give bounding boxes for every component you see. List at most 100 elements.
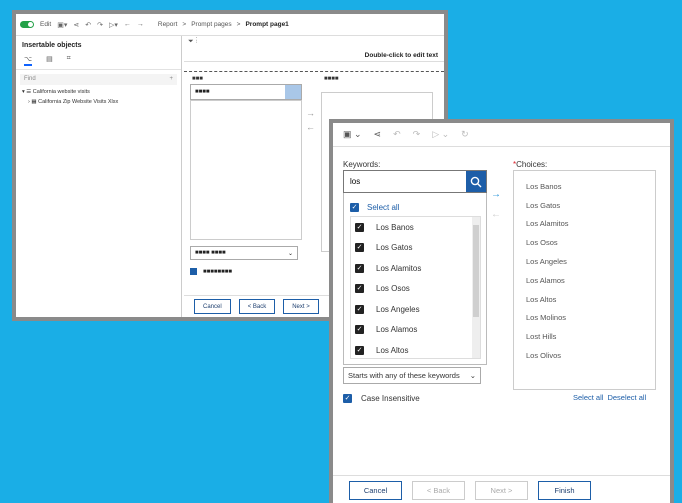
- chevron-down-icon: ⌄: [469, 371, 476, 380]
- save-icon[interactable]: ▣ ⌄: [343, 129, 362, 140]
- scroll-thumb[interactable]: [473, 225, 479, 317]
- match-mode-select[interactable]: Starts with any of these keywords ⌄: [343, 367, 481, 384]
- tree-item-root[interactable]: ▾ ☰ California website visits: [16, 87, 181, 97]
- choices-list[interactable]: Los Banos Los Gatos Los Alamitos Los Oso…: [513, 170, 656, 390]
- select-all-row[interactable]: ✓ Select all: [344, 193, 486, 215]
- panel-tabs: ⌥ ▤ ⌗: [16, 53, 181, 70]
- data-items-tab-icon[interactable]: ⌗: [67, 55, 71, 66]
- toolbox-tab-icon[interactable]: ▤: [46, 55, 53, 66]
- select-all-link[interactable]: Select all: [573, 393, 603, 402]
- cancel-button[interactable]: Cancel: [349, 481, 402, 500]
- forward-arrow-icon[interactable]: →: [137, 21, 144, 28]
- list-item[interactable]: ✓ Los Alamos: [351, 320, 480, 341]
- edit-label: Edit: [40, 21, 52, 28]
- search-icon: [470, 176, 482, 187]
- list-item[interactable]: ✓ Los Angeles: [351, 299, 480, 320]
- back-arrow-icon[interactable]: ←: [124, 21, 131, 28]
- back-move-arrows: → ←: [306, 106, 315, 134]
- choice-item[interactable]: Los Angeles: [514, 252, 655, 271]
- list-scrollbar[interactable]: [472, 217, 480, 358]
- breadcrumb-prompt-page1[interactable]: Prompt page1: [245, 21, 288, 28]
- choice-item[interactable]: Los Molinos: [514, 309, 655, 328]
- breadcrumb-report[interactable]: Report: [158, 21, 178, 28]
- search-button[interactable]: [466, 171, 486, 192]
- dashed-divider: [184, 71, 444, 72]
- redo-icon[interactable]: ↷: [413, 129, 421, 140]
- find-input[interactable]: Find +: [20, 74, 177, 85]
- move-arrows: → ←: [491, 185, 501, 225]
- list-item[interactable]: ✓ Los Gatos: [351, 238, 480, 259]
- list-item[interactable]: ✓ Los Altos: [351, 340, 480, 358]
- list-item[interactable]: ✓ Los Banos: [351, 217, 480, 238]
- filter-icon[interactable]: ⏷: [188, 38, 194, 45]
- share-icon[interactable]: ⋖: [73, 21, 79, 29]
- back-search-button[interactable]: [285, 85, 301, 99]
- finish-button[interactable]: Finish: [538, 481, 591, 500]
- case-insensitive-checkbox[interactable]: ✓: [343, 394, 352, 403]
- case-insensitive-option[interactable]: ✓ Case Insensitive: [343, 394, 420, 403]
- add-arrow-icon[interactable]: →: [306, 106, 315, 120]
- option-checkbox[interactable]: ✓: [355, 345, 364, 355]
- option-checkbox[interactable]: ✓: [355, 243, 364, 253]
- option-checkbox[interactable]: ✓: [355, 325, 364, 335]
- refresh-icon[interactable]: ↻: [461, 129, 469, 140]
- back-button[interactable]: < Back: [412, 481, 465, 500]
- choice-item[interactable]: Los Altos: [514, 290, 655, 309]
- choice-item[interactable]: Los Alamos: [514, 271, 655, 290]
- choice-item[interactable]: Los Olivos: [514, 346, 655, 365]
- back-match-select[interactable]: ■■■■ ■■■■ ⌄: [190, 246, 298, 260]
- checkbox-icon[interactable]: [190, 268, 197, 275]
- keyword-results: ✓ Select all ✓ Los Banos ✓ Los Gatos ✓ Los …: [343, 193, 487, 365]
- choice-item[interactable]: Lost Hills: [514, 327, 655, 346]
- deselect-all-link[interactable]: Deselect all: [607, 393, 646, 402]
- save-icon[interactable]: ▣▾: [57, 21, 67, 29]
- next-button[interactable]: Next >: [475, 481, 528, 500]
- option-checkbox[interactable]: ✓: [355, 263, 364, 273]
- back-search-value: ■■■■: [195, 89, 210, 95]
- insertable-objects-panel: Insertable objects ⌥ ▤ ⌗ Find + ▾ ☰ Cali…: [16, 36, 182, 317]
- case-insensitive-label: Case Insensitive: [361, 394, 420, 403]
- breadcrumb: Report > Prompt pages > Prompt page1: [157, 21, 289, 28]
- back-checkbox[interactable]: ■■■■■■■■: [190, 268, 232, 275]
- breadcrumb-prompt-pages[interactable]: Prompt pages: [191, 21, 231, 28]
- add-arrow-icon[interactable]: →: [491, 185, 501, 205]
- run-icon[interactable]: ▷▾: [109, 21, 118, 29]
- edit-hint: Double-click to edit text: [184, 50, 444, 62]
- edit-toggle[interactable]: [20, 21, 34, 28]
- back-back-button[interactable]: < Back: [238, 299, 276, 314]
- back-toolbar: Edit ▣▾ ⋖ ↶ ↷ ▷▾ ← → Report > Prompt pag…: [16, 14, 444, 36]
- source-tab-icon[interactable]: ⌥: [24, 55, 33, 66]
- back-next-button[interactable]: Next >: [283, 299, 319, 314]
- back-cancel-button[interactable]: Cancel: [194, 299, 231, 314]
- select-all-checkbox[interactable]: ✓: [350, 202, 359, 212]
- list-item[interactable]: ✓ Los Alamitos: [351, 258, 480, 279]
- choice-item[interactable]: Los Alamitos: [514, 215, 655, 234]
- keywords-label: Keywords:: [343, 160, 381, 169]
- keyword-input[interactable]: [344, 171, 466, 192]
- redo-icon[interactable]: ↷: [97, 21, 103, 29]
- run-icon[interactable]: ▷ ⌄: [432, 129, 449, 140]
- canvas-toolbar: ⏷ ⋮: [188, 38, 198, 45]
- remove-arrow-icon[interactable]: ←: [491, 205, 501, 225]
- undo-icon[interactable]: ↶: [393, 129, 401, 140]
- remove-arrow-icon[interactable]: ←: [306, 120, 315, 134]
- tree-item-child[interactable]: › ▦ California Zip Website Visits Xlsx: [16, 97, 181, 107]
- front-footer: Cancel < Back Next > Finish: [333, 475, 670, 503]
- back-options-list[interactable]: [190, 100, 302, 240]
- option-checkbox[interactable]: ✓: [355, 304, 364, 314]
- options-list[interactable]: ✓ Los Banos ✓ Los Gatos ✓ Los Alamitos ✓ Los…: [350, 216, 481, 359]
- option-checkbox[interactable]: ✓: [355, 284, 364, 294]
- choice-item[interactable]: Los Osos: [514, 233, 655, 252]
- option-checkbox[interactable]: ✓: [355, 222, 364, 232]
- back-search-input[interactable]: ■■■■: [190, 84, 302, 100]
- find-options-icon[interactable]: +: [169, 76, 173, 83]
- share-icon[interactable]: ⋖: [374, 129, 382, 140]
- undo-icon[interactable]: ↶: [85, 21, 91, 29]
- list-item[interactable]: ✓ Los Osos: [351, 279, 480, 300]
- list-header: ■■■: [192, 76, 203, 82]
- choice-item[interactable]: Los Banos: [514, 177, 655, 196]
- choices-links: Select all Deselect all: [573, 393, 646, 402]
- choice-item[interactable]: Los Gatos: [514, 196, 655, 215]
- keyword-search: [343, 170, 487, 193]
- select-all-label: Select all: [367, 202, 400, 212]
